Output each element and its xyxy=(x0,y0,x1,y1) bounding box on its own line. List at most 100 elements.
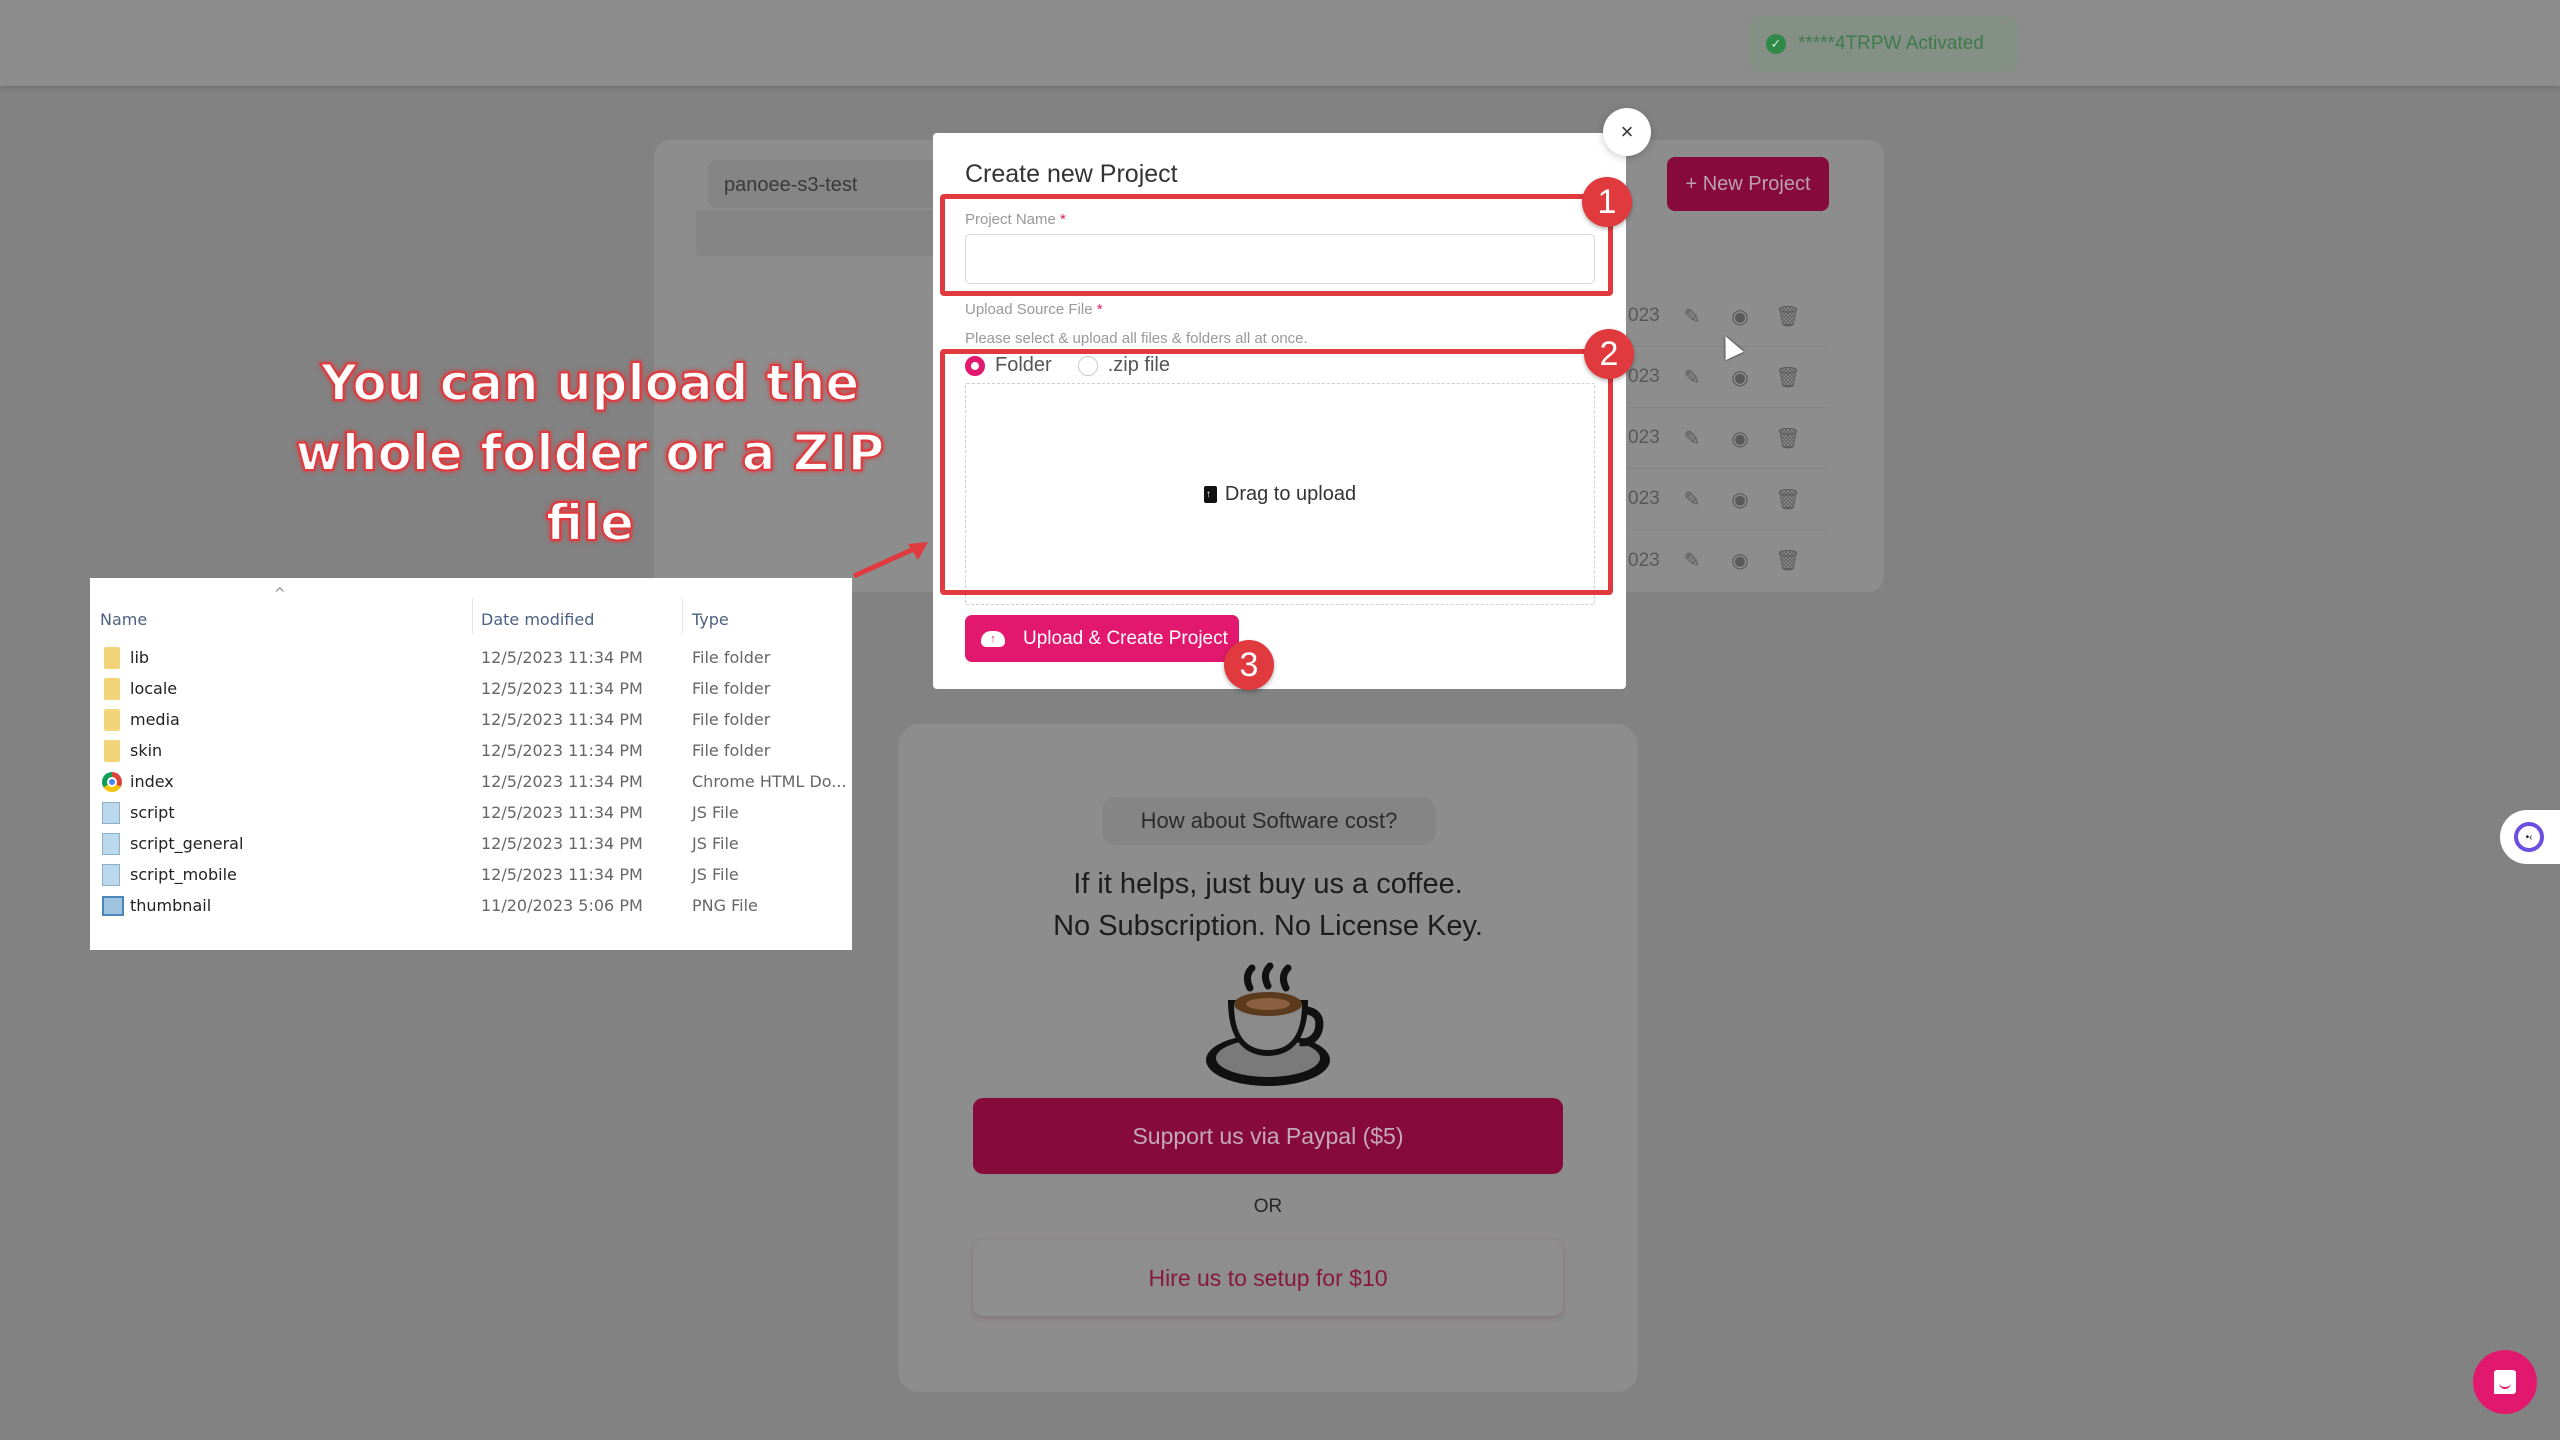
coffee-line-2: No Subscription. No License Key. xyxy=(1053,910,1483,942)
file-row[interactable]: script_mobile 12/5/2023 11:34 PM JS File xyxy=(90,859,852,890)
file-explorer-screenshot: ^ Name Date modified Type lib 12/5/2023 … xyxy=(90,578,852,950)
close-icon[interactable]: × xyxy=(1603,108,1651,156)
paypal-support-button[interactable]: Support us via Paypal ($5) xyxy=(973,1098,1563,1174)
file-type: File folder xyxy=(692,741,771,760)
sort-ascending-icon: ^ xyxy=(274,586,286,602)
project-row: 023 ✎ ◉ 🗑 xyxy=(1628,469,1828,530)
project-date: 023 xyxy=(1628,305,1660,326)
file-name: script_general xyxy=(130,834,244,853)
file-type: File folder xyxy=(692,648,771,667)
bot-face-icon: •‹ xyxy=(2514,822,2544,852)
trash-icon[interactable]: 🗑 xyxy=(1764,548,1812,573)
file-type: JS File xyxy=(692,803,739,822)
upload-button-label: Upload & Create Project xyxy=(1023,627,1228,649)
chat-bubble-icon xyxy=(2494,1370,2516,1394)
project-row: 023 ✎ ◉ 🗑 xyxy=(1628,408,1828,469)
file-type: JS File xyxy=(692,865,739,884)
eye-icon[interactable]: ◉ xyxy=(1716,304,1764,329)
software-cost-pill: How about Software cost? xyxy=(1102,797,1436,845)
folder-icon xyxy=(104,739,120,762)
file-row[interactable]: script_general 12/5/2023 11:34 PM JS Fil… xyxy=(90,828,852,859)
column-separator xyxy=(472,598,473,634)
step-badge-2: 2 xyxy=(1584,329,1634,379)
js-file-icon xyxy=(102,801,120,824)
folder-icon xyxy=(104,646,120,669)
or-divider: OR xyxy=(1253,1196,1283,1217)
upload-source-label-text: Upload Source File xyxy=(965,301,1093,318)
trash-icon[interactable]: 🗑 xyxy=(1764,426,1812,451)
required-marker: * xyxy=(1096,301,1103,318)
callout-line-1: You can upload the xyxy=(320,353,861,413)
pencil-icon[interactable]: ✎ xyxy=(1668,548,1716,573)
upload-source-label: Upload Source File * xyxy=(965,301,1103,318)
top-bar: ✓ *****4TRPW Activated xyxy=(0,0,2560,86)
eye-icon[interactable]: ◉ xyxy=(1716,365,1764,390)
annotation-box-2 xyxy=(940,349,1613,595)
file-date: 12/5/2023 11:34 PM xyxy=(481,741,643,760)
license-status-badge: ✓ *****4TRPW Activated xyxy=(1748,16,2018,72)
search-strip xyxy=(696,210,956,256)
file-row[interactable]: thumbnail 11/20/2023 5:06 PM PNG File xyxy=(90,890,852,921)
chrome-icon xyxy=(102,771,122,792)
file-date: 12/5/2023 11:34 PM xyxy=(481,679,643,698)
new-project-button[interactable]: + New Project xyxy=(1667,157,1829,211)
project-date: 023 xyxy=(1628,427,1660,448)
pencil-icon[interactable]: ✎ xyxy=(1668,426,1716,451)
file-date: 12/5/2023 11:34 PM xyxy=(481,834,643,853)
column-header-type[interactable]: Type xyxy=(692,604,729,634)
js-file-icon xyxy=(102,863,120,886)
folder-icon xyxy=(104,708,120,731)
project-row: 023 ✎ ◉ 🗑 xyxy=(1628,530,1828,591)
coffee-cup-icon xyxy=(1206,962,1330,1086)
project-date: 023 xyxy=(1628,488,1660,509)
file-row[interactable]: index 12/5/2023 11:34 PM Chrome HTML Do.… xyxy=(90,766,852,797)
file-type: File folder xyxy=(692,679,771,698)
eye-icon[interactable]: ◉ xyxy=(1716,426,1764,451)
file-row[interactable]: skin 12/5/2023 11:34 PM File folder xyxy=(90,735,852,766)
png-file-icon xyxy=(102,895,124,916)
assistant-widget[interactable]: •‹ xyxy=(2500,810,2560,864)
trash-icon[interactable]: 🗑 xyxy=(1764,304,1812,329)
file-row[interactable]: lib 12/5/2023 11:34 PM File folder xyxy=(90,642,852,673)
check-circle-icon: ✓ xyxy=(1766,34,1786,54)
file-name: locale xyxy=(130,679,178,698)
file-row[interactable]: locale 12/5/2023 11:34 PM File folder xyxy=(90,673,852,704)
eye-icon[interactable]: ◉ xyxy=(1716,487,1764,512)
file-type: JS File xyxy=(692,834,739,853)
file-date: 11/20/2023 5:06 PM xyxy=(481,896,643,915)
file-name: script xyxy=(130,803,175,822)
project-date: 023 xyxy=(1628,549,1660,571)
upload-create-project-button[interactable]: ↑ Upload & Create Project xyxy=(965,615,1239,662)
upload-hint: Please select & upload all files & folde… xyxy=(965,330,1308,347)
pencil-icon[interactable]: ✎ xyxy=(1668,365,1716,390)
arrow-icon xyxy=(852,542,928,579)
file-date: 12/5/2023 11:34 PM xyxy=(481,865,643,884)
file-name: script_mobile xyxy=(130,865,237,884)
eye-icon[interactable]: ◉ xyxy=(1716,548,1764,573)
js-file-icon xyxy=(102,832,120,855)
file-date: 12/5/2023 11:34 PM xyxy=(481,803,643,822)
file-row[interactable]: media 12/5/2023 11:34 PM File folder xyxy=(90,704,852,735)
file-name: skin xyxy=(130,741,163,760)
file-date: 12/5/2023 11:34 PM xyxy=(481,710,643,729)
file-date: 12/5/2023 11:34 PM xyxy=(481,772,643,791)
file-name: index xyxy=(130,772,174,791)
trash-icon[interactable]: 🗑 xyxy=(1764,365,1812,390)
license-status-text: *****4TRPW Activated xyxy=(1798,33,1984,54)
file-name: thumbnail xyxy=(130,896,212,915)
file-name: media xyxy=(130,710,180,729)
coffee-line-1: If it helps, just buy us a coffee. xyxy=(1073,868,1463,900)
pencil-icon[interactable]: ✎ xyxy=(1668,304,1716,329)
chat-launcher-button[interactable] xyxy=(2473,1350,2537,1414)
column-header-name[interactable]: Name xyxy=(100,604,147,634)
file-row[interactable]: script 12/5/2023 11:34 PM JS File xyxy=(90,797,852,828)
hire-setup-button[interactable]: Hire us to setup for $10 xyxy=(973,1240,1563,1316)
step-badge-1: 1 xyxy=(1582,177,1632,227)
column-header-date[interactable]: Date modified xyxy=(481,604,594,634)
trash-icon[interactable]: 🗑 xyxy=(1764,487,1812,512)
file-type: Chrome HTML Do... xyxy=(692,772,847,791)
folder-icon xyxy=(104,677,120,700)
pencil-icon[interactable]: ✎ xyxy=(1668,487,1716,512)
file-date: 12/5/2023 11:34 PM xyxy=(481,648,643,667)
file-type: PNG File xyxy=(692,896,758,915)
